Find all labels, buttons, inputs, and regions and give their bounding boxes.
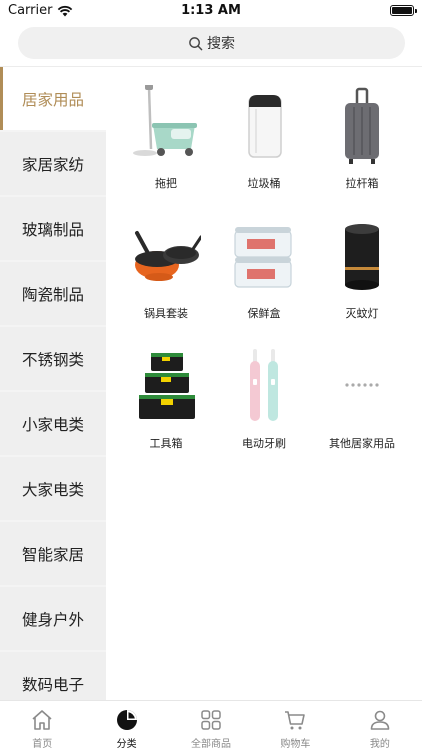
tab-label: 首页 <box>32 739 53 750</box>
sidebar-item-digital-electronics[interactable]: 数码电子 <box>0 652 106 700</box>
product-item-suitcase[interactable]: 拉杆箱 <box>312 85 412 205</box>
sidebar-item-large-appliances[interactable]: 大家电类 <box>0 457 106 520</box>
tab-category[interactable]: 分类 <box>84 701 168 750</box>
sidebar-item-label: 不锈钢类 <box>22 350 85 369</box>
sidebar-item-label: 居家用品 <box>22 90 85 109</box>
product-item-toolbox[interactable]: 工具箱 <box>116 345 216 465</box>
clock: 1:13 AM <box>181 3 241 18</box>
more-dots-icon <box>345 383 379 387</box>
sidebar-item-smart-home[interactable]: 智能家居 <box>0 522 106 585</box>
food-container-icon <box>234 227 292 288</box>
user-icon <box>370 710 390 730</box>
product-label: 工具箱 <box>149 437 183 450</box>
tab-label: 全部商品 <box>191 739 232 750</box>
product-label: 拖把 <box>155 177 177 190</box>
sidebar-item-label: 智能家居 <box>22 545 85 564</box>
product-label: 拉杆箱 <box>345 177 379 190</box>
sidebar-item-label: 玻璃制品 <box>22 220 85 239</box>
product-label: 灭蚊灯 <box>345 307 379 320</box>
sidebar-item-label: 家居家纺 <box>22 155 85 174</box>
product-item-other[interactable]: 其他居家用品 <box>312 345 412 465</box>
product-item-food-container[interactable]: 保鲜盒 <box>214 215 314 335</box>
category-icon <box>116 710 137 730</box>
grid-icon <box>201 710 221 730</box>
product-label: 其他居家用品 <box>329 437 395 450</box>
tab-label: 我的 <box>369 739 390 750</box>
search-icon <box>189 36 203 50</box>
sidebar-item-ceramics[interactable]: 陶瓷制品 <box>0 262 106 325</box>
sidebar-item-label: 大家电类 <box>22 480 85 499</box>
category-sidebar[interactable]: 居家用品 家居家纺 玻璃制品 陶瓷制品 不锈钢类 小家电类 大家电类 智能家居 … <box>0 67 106 700</box>
cookware-icon <box>135 231 201 281</box>
status-bar: Carrier 1:13 AM <box>0 0 422 22</box>
tab-cart[interactable]: 购物车 <box>253 701 337 750</box>
product-label: 保鲜盒 <box>247 307 281 320</box>
sidebar-item-home-textiles[interactable]: 家居家纺 <box>0 132 106 195</box>
product-label: 垃圾桶 <box>247 177 281 190</box>
sidebar-item-label: 数码电子 <box>22 675 85 694</box>
product-label: 电动牙刷 <box>242 437 286 450</box>
sidebar-item-small-appliances[interactable]: 小家电类 <box>0 392 106 455</box>
product-item-trash-bin[interactable]: 垃圾桶 <box>214 85 314 205</box>
tab-profile[interactable]: 我的 <box>338 701 422 750</box>
search-bar[interactable]: 搜索 <box>18 27 405 59</box>
product-label: 锅具套装 <box>144 307 188 320</box>
trash-bin-icon <box>248 95 282 158</box>
product-grid: 拖把 垃圾桶 拉杆箱 锅具套装 保鲜盒 灭蚊灯 工具箱 电动牙刷 其他居家用品 <box>106 67 422 700</box>
sidebar-item-label: 陶瓷制品 <box>22 285 85 304</box>
suitcase-icon <box>345 87 379 164</box>
tab-home[interactable]: 首页 <box>0 701 84 750</box>
sidebar-item-stainless-steel[interactable]: 不锈钢类 <box>0 327 106 390</box>
product-item-mosquito-lamp[interactable]: 灭蚊灯 <box>312 215 412 335</box>
product-item-mop[interactable]: 拖把 <box>116 85 216 205</box>
mop-icon <box>133 85 197 156</box>
mosquito-lamp-icon <box>345 224 379 290</box>
sidebar-item-label: 小家电类 <box>22 415 85 434</box>
search-label: 搜索 <box>207 36 235 52</box>
home-icon <box>32 710 52 730</box>
toothbrush-icon <box>250 349 278 421</box>
tab-all-products[interactable]: 全部商品 <box>169 701 253 750</box>
product-item-cookware[interactable]: 锅具套装 <box>116 215 216 335</box>
product-item-toothbrush[interactable]: 电动牙刷 <box>214 345 314 465</box>
sidebar-item-glassware[interactable]: 玻璃制品 <box>0 197 106 260</box>
tab-label: 购物车 <box>280 739 311 750</box>
bottom-tab-bar: 首页 分类 全部商品 购物车 我的 <box>0 700 422 750</box>
cart-icon <box>285 711 306 730</box>
sidebar-item-home-goods[interactable]: 居家用品 <box>0 67 106 130</box>
tab-label: 分类 <box>116 739 137 750</box>
battery-icon <box>390 5 417 16</box>
sidebar-item-label: 健身户外 <box>22 610 85 629</box>
sidebar-item-fitness-outdoor[interactable]: 健身户外 <box>0 587 106 650</box>
toolbox-icon <box>139 353 195 419</box>
